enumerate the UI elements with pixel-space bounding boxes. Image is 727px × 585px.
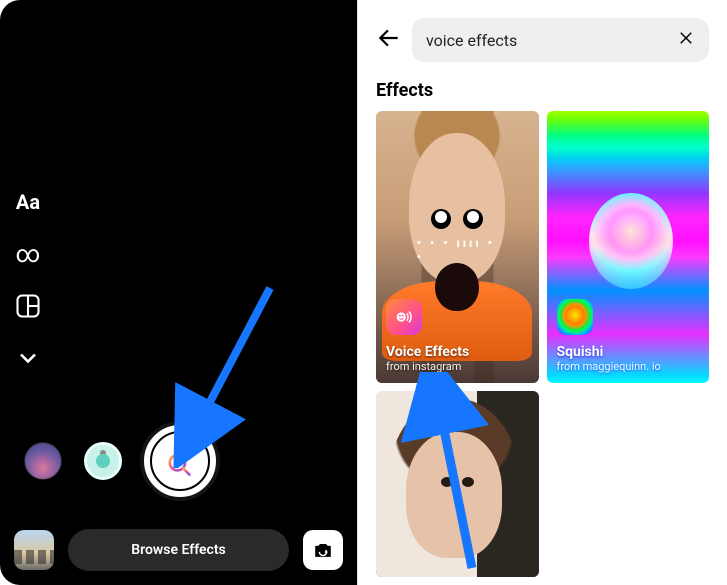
search-row: voice effects: [358, 0, 727, 72]
card-title: Squishi: [557, 345, 661, 360]
filter-thumb-2[interactable]: [84, 442, 122, 480]
back-button[interactable]: [376, 25, 402, 55]
text-tool-label: Aa: [16, 190, 40, 214]
text-tool[interactable]: Aa: [14, 188, 42, 216]
card-title: Voice Effects: [386, 345, 469, 360]
camera-screen: Aa ∞: [0, 0, 357, 585]
chevron-down-icon: [14, 344, 42, 372]
voice-effects-icon: [386, 299, 422, 335]
clear-search-button[interactable]: [677, 29, 695, 51]
section-heading: Effects: [358, 72, 727, 111]
bottom-bar: Browse Effects: [0, 529, 357, 571]
filter-tray: [24, 425, 216, 497]
infinity-icon: ∞: [16, 242, 41, 266]
search-query: voice effects: [426, 31, 517, 50]
card-subtitle: from instagram: [386, 360, 469, 373]
card-art: [589, 193, 673, 289]
effect-card-squishi[interactable]: Squishi from maggiequinn. io: [547, 111, 710, 383]
boomerang-tool[interactable]: ∞: [14, 240, 42, 268]
effect-card-3[interactable]: [376, 391, 539, 577]
close-icon: [677, 29, 695, 47]
audio-wave-icon: • • • ıııı • •: [417, 236, 498, 264]
back-icon: [376, 25, 402, 51]
effects-capture-icon: [150, 431, 210, 491]
filter-thumb-1[interactable]: [24, 442, 62, 480]
card-label: Squishi from maggiequinn. io: [557, 345, 661, 373]
capture-button[interactable]: [144, 425, 216, 497]
layout-tool[interactable]: [14, 292, 42, 320]
card-label: Voice Effects from instagram: [386, 345, 469, 373]
flip-camera-icon: [312, 539, 334, 561]
effects-grid: • • • ıııı • • Voice Effects from instag…: [358, 111, 727, 577]
card-subtitle: from maggiequinn. io: [557, 360, 661, 373]
more-tools[interactable]: [14, 344, 42, 372]
browse-effects-label: Browse Effects: [131, 542, 226, 558]
squishi-icon: [557, 299, 593, 335]
flip-camera-button[interactable]: [303, 530, 343, 570]
gallery-button[interactable]: [14, 530, 54, 570]
create-tools-column: Aa ∞: [14, 188, 42, 372]
search-field[interactable]: voice effects: [412, 18, 709, 62]
effect-card-voice-effects[interactable]: • • • ıııı • • Voice Effects from instag…: [376, 111, 539, 383]
browse-effects-button[interactable]: Browse Effects: [68, 529, 289, 571]
effects-search-screen: voice effects Effects • • • ıııı • •: [357, 0, 727, 585]
layout-icon: [14, 292, 42, 320]
